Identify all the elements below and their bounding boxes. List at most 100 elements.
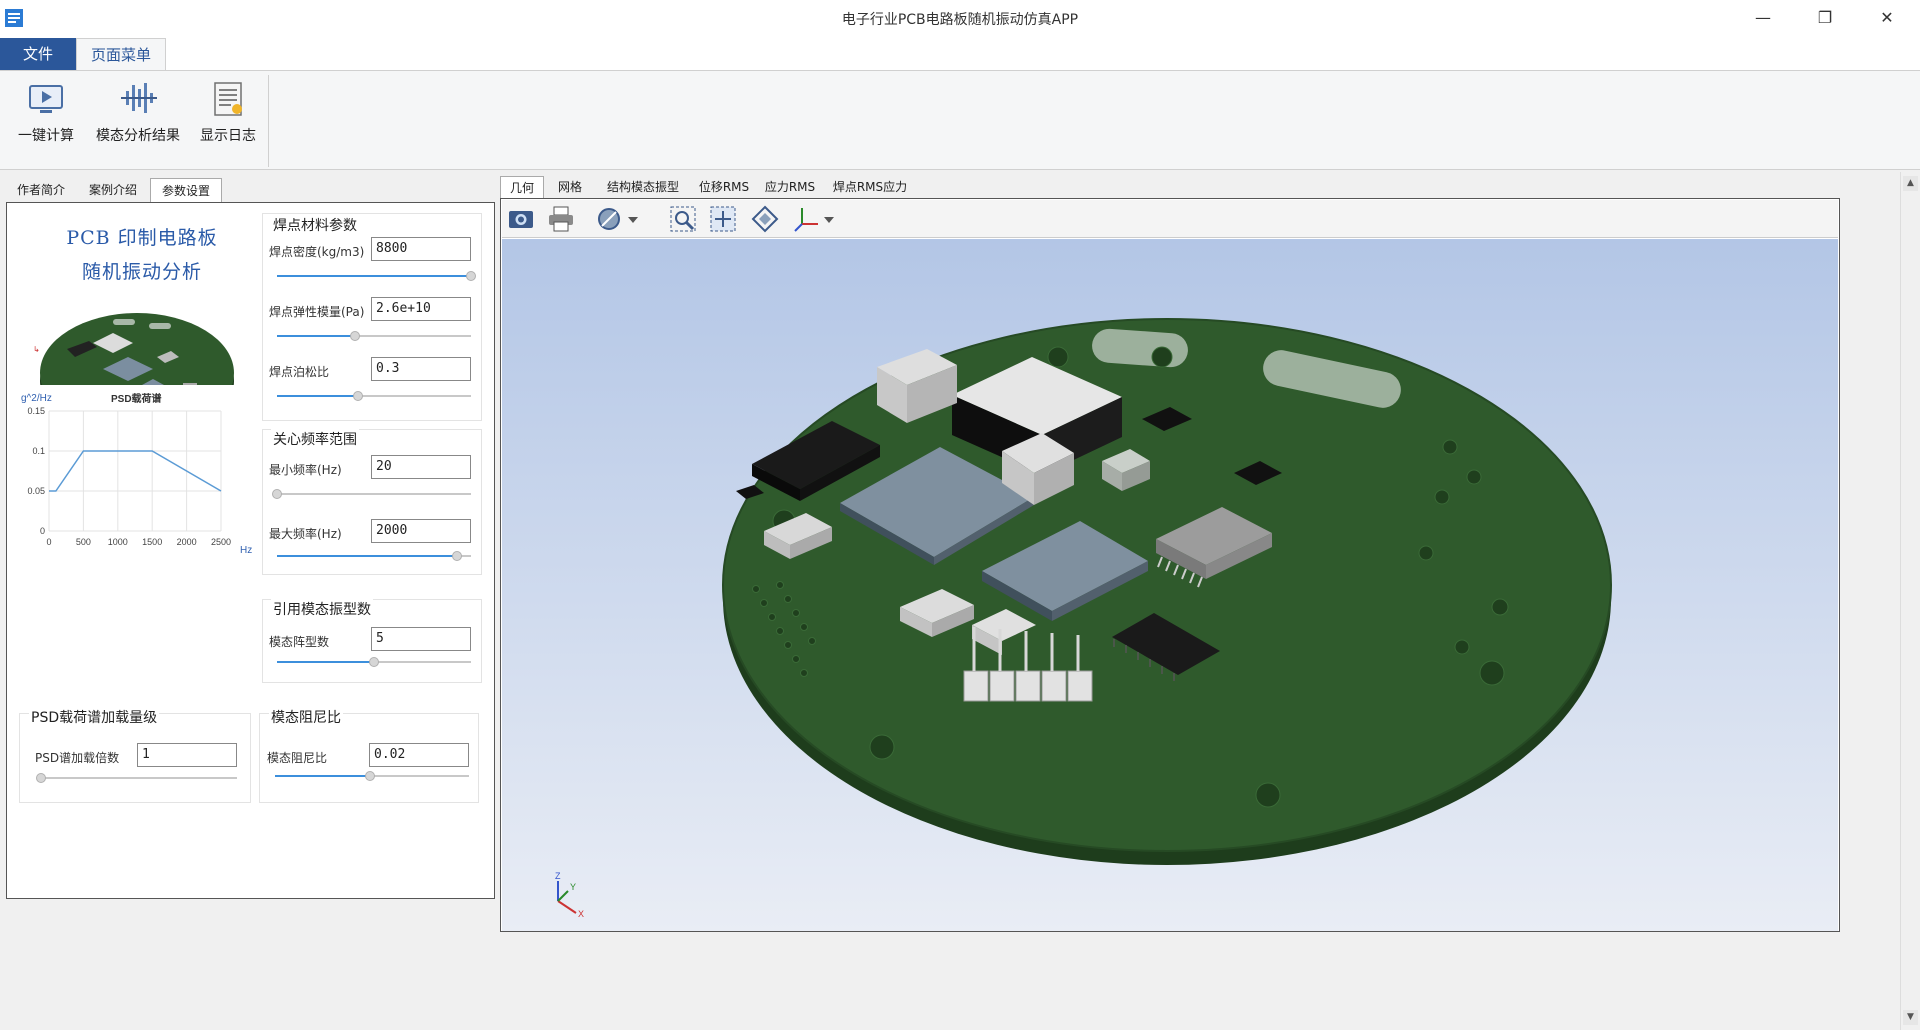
damping-input[interactable]: 0.02 — [369, 743, 469, 767]
psd-scale-label: PSD谱加载倍数 — [35, 751, 120, 765]
damping-group-title: 模态阻尼比 — [269, 707, 343, 727]
psd-x-tick-label: 1500 — [142, 537, 162, 547]
title-bar: 电子行业PCB电路板随机振动仿真APP — ❐ ✕ — [0, 0, 1920, 36]
print-icon[interactable] — [546, 204, 576, 234]
psd-y-tick-label: 0.05 — [27, 486, 45, 496]
psd-x-tick-label: 2500 — [211, 537, 231, 547]
damping-slider-fill — [275, 775, 371, 777]
ribbon-tab-bar: 文件 页面菜单 — [0, 36, 1920, 70]
axis-x-label: X — [578, 909, 584, 919]
freq-group-title: 关心频率范围 — [271, 429, 359, 449]
psd-y-tick-label: 0.15 — [27, 406, 45, 416]
psd-y-tick-label: 0 — [40, 526, 45, 536]
3d-viewer: Z Y X — [500, 198, 1840, 932]
solder-group-title: 焊点材料参数 — [271, 215, 359, 235]
tab-mesh[interactable]: 网格 — [550, 176, 590, 198]
psd-x-tick-label: 1000 — [108, 537, 128, 547]
tab-page-menu[interactable]: 页面菜单 — [76, 38, 166, 70]
psd-scale-slider[interactable] — [36, 771, 237, 785]
ribbon-separator — [268, 75, 269, 167]
damping-slider-thumb[interactable] — [365, 771, 376, 781]
max-freq-slider[interactable] — [277, 549, 471, 563]
min-freq-slider[interactable] — [272, 487, 471, 501]
modes-label: 模态阵型数 — [269, 635, 330, 649]
psd-y-tick-label: 0.1 — [32, 446, 45, 456]
min-freq-slider-thumb[interactable] — [272, 489, 282, 499]
modulus-slider-fill — [277, 335, 355, 337]
display-mode-icon[interactable] — [596, 204, 626, 234]
zoom-window-icon[interactable] — [668, 204, 698, 234]
window-title: 电子行业PCB电路板随机振动仿真APP — [841, 12, 1079, 28]
poisson-input[interactable]: 0.3 — [371, 357, 471, 381]
poisson-slider-fill — [277, 395, 359, 397]
close-button[interactable]: ✕ — [1864, 4, 1910, 32]
axis-z-label: Z — [555, 871, 561, 881]
tab-case[interactable]: 案例介绍 — [80, 178, 146, 202]
psd-chart-title: PSD载荷谱 — [111, 392, 162, 405]
density-slider[interactable] — [277, 269, 476, 283]
ribbon: 一键计算 模态分析结果 显示日志 — [0, 70, 1920, 170]
tab-author[interactable]: 作者简介 — [8, 178, 74, 202]
parameter-panel: PCB 印制电路板 随机振动分析 ↳ 0 500 1000 1500 2000 2500 0… — [6, 202, 495, 899]
modes-slider[interactable] — [277, 655, 471, 669]
damping-label: 模态阻尼比 — [267, 751, 328, 765]
brand-line-2: 随机振动分析 — [81, 261, 202, 283]
min-freq-input[interactable]: 20 — [371, 455, 471, 479]
modulus-label: 焊点弹性模量(Pa) — [269, 305, 365, 319]
scroll-down-icon[interactable]: ▼ — [1903, 1010, 1918, 1025]
tab-geometry[interactable]: 几何 — [500, 176, 544, 198]
modes-slider-fill — [277, 661, 374, 663]
modes-input[interactable]: 5 — [371, 627, 471, 651]
max-freq-slider-thumb[interactable] — [452, 551, 463, 561]
screenshot-icon[interactable] — [506, 204, 536, 234]
density-slider-thumb[interactable] — [466, 271, 476, 281]
show-log-button[interactable]: 显示日志 — [194, 79, 262, 145]
damping-slider[interactable] — [275, 769, 469, 783]
axis-y-line — [557, 890, 569, 902]
tab-displacement-rms[interactable]: 位移RMS — [696, 176, 752, 198]
minimize-button[interactable]: — — [1740, 4, 1786, 32]
viewer-toolbar — [502, 200, 1838, 238]
poisson-slider-thumb[interactable] — [353, 391, 364, 401]
poisson-slider[interactable] — [277, 389, 471, 403]
min-freq-label: 最小频率(Hz) — [269, 463, 342, 477]
density-slider-fill — [277, 275, 471, 277]
psd-scale-input[interactable]: 1 — [137, 743, 237, 767]
log-document-icon — [214, 82, 242, 116]
modal-results-button[interactable]: 模态分析结果 — [90, 79, 186, 145]
fit-all-icon[interactable] — [708, 204, 738, 234]
tab-file[interactable]: 文件 — [0, 38, 76, 70]
scroll-up-icon[interactable]: ▲ — [1903, 176, 1918, 191]
axis-view-dropdown-icon[interactable] — [822, 204, 836, 234]
thumbnail-axis-icon: ↳ — [33, 345, 40, 354]
psd-scale-slider-thumb[interactable] — [36, 773, 46, 783]
tab-solder-stress-rms[interactable]: 焊点RMS应力 — [828, 176, 912, 198]
modulus-slider-thumb[interactable] — [349, 331, 360, 341]
modes-group-title: 引用模态振型数 — [271, 599, 373, 619]
max-freq-label: 最大频率(Hz) — [269, 527, 342, 541]
3d-scene[interactable]: Z Y X — [502, 239, 1838, 931]
tab-mode-shapes[interactable]: 结构模态振型 — [598, 176, 688, 198]
psd-x-tick-label: 0 — [46, 537, 51, 547]
modal-wave-icon — [121, 83, 157, 113]
axis-view-icon[interactable] — [792, 204, 822, 234]
pcb-model[interactable]: Z Y X — [502, 239, 1838, 931]
psd-group-title: PSD载荷谱加载量级 — [29, 707, 160, 727]
modulus-input[interactable]: 2.6e+10 — [371, 297, 471, 321]
tab-params[interactable]: 参数设置 — [150, 178, 222, 202]
max-freq-input[interactable]: 2000 — [371, 519, 471, 543]
psd-y-label: g^2/Hz — [21, 393, 52, 404]
modulus-slider[interactable] — [277, 329, 471, 343]
vertical-scrollbar[interactable]: ▲ ▼ — [1900, 172, 1920, 1030]
tab-stress-rms[interactable]: 应力RMS — [762, 176, 818, 198]
axis-x-line — [557, 900, 577, 914]
iso-view-icon[interactable] — [750, 204, 780, 234]
psd-chart: 0 500 1000 1500 2000 250000.050.10.15 PSD载荷谱 … — [19, 385, 255, 573]
density-input[interactable]: 8800 — [371, 237, 471, 261]
restore-button[interactable]: ❐ — [1802, 4, 1848, 32]
poisson-label: 焊点泊松比 — [269, 365, 330, 379]
compute-button[interactable]: 一键计算 — [12, 79, 80, 145]
display-mode-dropdown-icon[interactable] — [626, 204, 640, 234]
psd-x-label: Hz — [240, 545, 252, 556]
modes-slider-thumb[interactable] — [369, 657, 379, 667]
